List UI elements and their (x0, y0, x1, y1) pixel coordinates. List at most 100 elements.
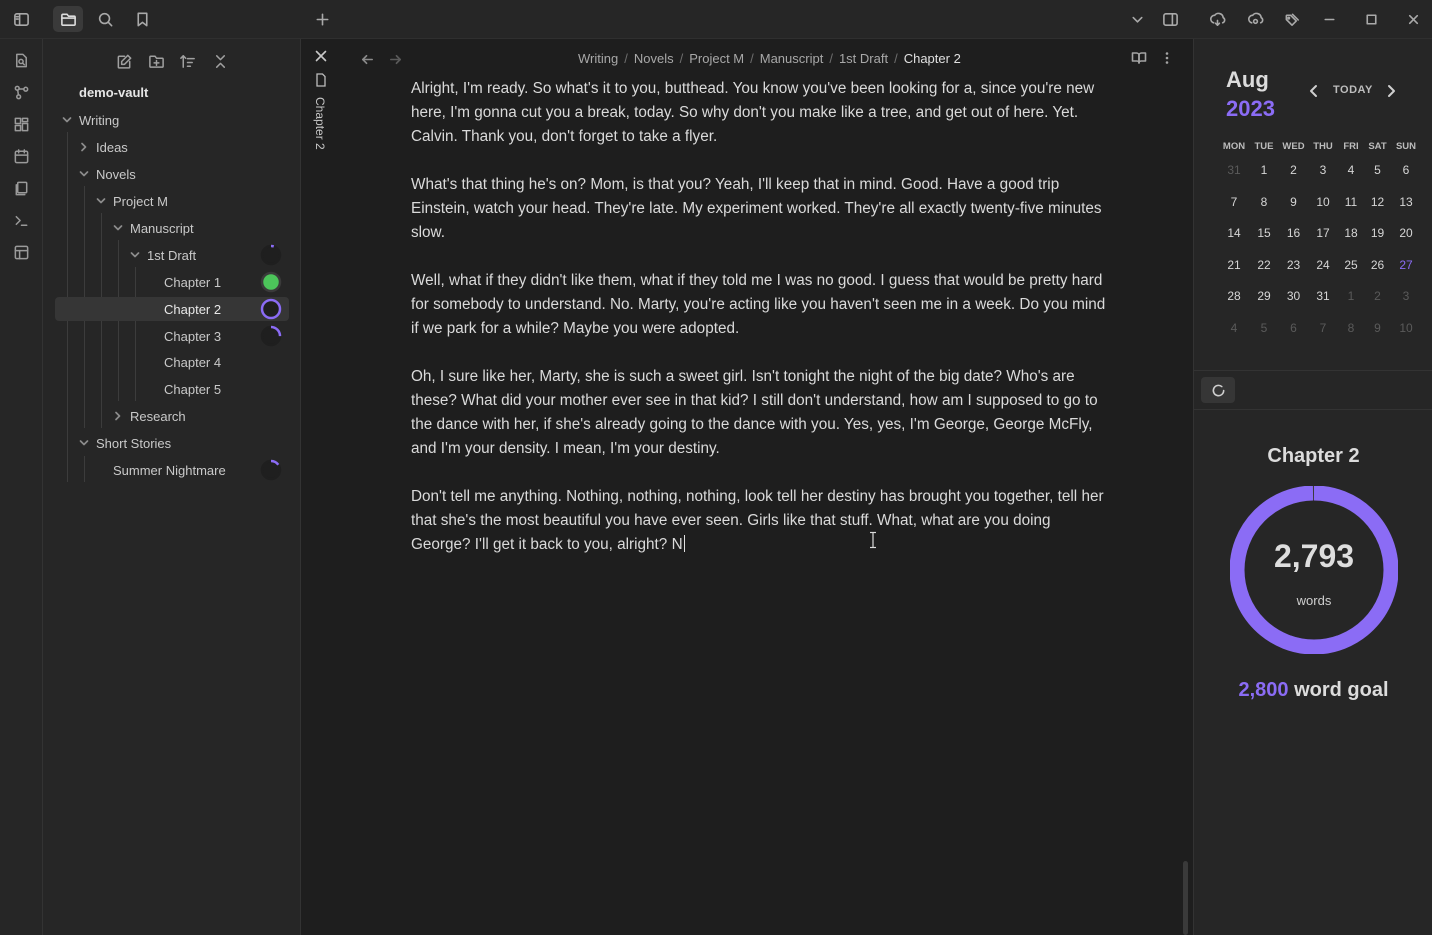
calendar-day[interactable]: 10 (1308, 187, 1338, 219)
calendar-day[interactable]: 1 (1338, 281, 1364, 313)
calendar-day[interactable]: 3 (1391, 281, 1421, 313)
collapse-all-icon[interactable] (207, 49, 233, 73)
calendar-day[interactable]: 23 (1279, 250, 1308, 282)
sort-icon[interactable] (174, 49, 200, 73)
calendar-day[interactable]: 5 (1364, 155, 1391, 187)
calendar-day[interactable]: 7 (1308, 313, 1338, 345)
chevron-right-icon[interactable] (112, 410, 124, 422)
paragraph[interactable]: What's that thing he's on? Mom, is that … (411, 173, 1111, 245)
calendar-day[interactable]: 22 (1249, 250, 1279, 282)
folder-project-m[interactable]: Project M (90, 189, 287, 213)
calendar-day[interactable]: 14 (1219, 218, 1249, 250)
folder-ideas[interactable]: Ideas (73, 135, 287, 159)
calendar-day[interactable]: 31 (1308, 281, 1338, 313)
calendar-day[interactable]: 13 (1391, 187, 1421, 219)
calendar-day[interactable]: 17 (1308, 218, 1338, 250)
folder-short-stories[interactable]: Short Stories (73, 431, 287, 455)
chevron-down-icon[interactable] (129, 249, 141, 261)
chevron-down-icon[interactable] (1122, 6, 1152, 32)
file-chapter-2[interactable]: Chapter 2 (55, 297, 289, 321)
calendar-day[interactable]: 2 (1279, 155, 1308, 187)
calendar-day[interactable]: 11 (1338, 187, 1364, 219)
calendar-day[interactable]: 21 (1219, 250, 1249, 282)
chevron-down-icon[interactable] (78, 437, 90, 449)
breadcrumb-item[interactable]: 1st Draft (839, 51, 888, 66)
calendar-day[interactable]: 8 (1338, 313, 1364, 345)
calendar-day[interactable]: 31 (1219, 155, 1249, 187)
calendar-day[interactable]: 4 (1338, 155, 1364, 187)
graph-view-icon[interactable] (7, 79, 35, 105)
calendar-day[interactable]: 8 (1249, 187, 1279, 219)
calendar-day[interactable]: 12 (1364, 187, 1391, 219)
calendar-day[interactable]: 24 (1308, 250, 1338, 282)
calendar-day[interactable]: 9 (1279, 187, 1308, 219)
today-button[interactable]: TODAY (1333, 84, 1373, 96)
calendar-day[interactable]: 30 (1279, 281, 1308, 313)
templates-icon[interactable] (7, 175, 35, 201)
calendar-day[interactable]: 25 (1338, 250, 1364, 282)
scrollbar[interactable] (1183, 861, 1188, 935)
folder-writing[interactable]: Writing (56, 108, 287, 132)
stacked-tab[interactable]: Chapter 2 (301, 39, 341, 935)
close-tab-icon[interactable] (314, 49, 328, 63)
calendar-day[interactable]: 3 (1308, 155, 1338, 187)
new-tab-icon[interactable] (307, 6, 337, 32)
maximize-icon[interactable] (1356, 6, 1386, 32)
calendar-day[interactable]: 5 (1249, 313, 1279, 345)
calendar-day[interactable]: 19 (1364, 218, 1391, 250)
chevron-right-icon[interactable] (78, 141, 90, 153)
calendar-day[interactable]: 2 (1364, 281, 1391, 313)
calendar-day[interactable]: 6 (1391, 155, 1421, 187)
paragraph-current[interactable]: Don't tell me anything. Nothing, nothing… (411, 485, 1111, 557)
folder-icon[interactable] (53, 6, 83, 32)
paragraph[interactable]: Well, what if they didn't like them, wha… (411, 269, 1111, 341)
breadcrumb-item[interactable]: Project M (689, 51, 744, 66)
paragraph[interactable]: Oh, I sure like her, Marty, she is such … (411, 365, 1111, 461)
daily-note-icon[interactable] (7, 143, 35, 169)
new-folder-icon[interactable] (143, 49, 169, 73)
back-arrow-icon[interactable] (356, 49, 378, 69)
calendar-day[interactable]: 18 (1338, 218, 1364, 250)
chevron-down-icon[interactable] (78, 168, 90, 180)
minimize-icon[interactable] (1314, 6, 1344, 32)
breadcrumb-item[interactable]: Novels (634, 51, 674, 66)
close-icon[interactable] (1398, 6, 1428, 32)
calendar-day[interactable]: 16 (1279, 218, 1308, 250)
calendar-day[interactable]: 9 (1364, 313, 1391, 345)
calendar-day[interactable]: 29 (1249, 281, 1279, 313)
sync-icon[interactable] (1202, 6, 1232, 32)
vault-name[interactable]: demo-vault (79, 85, 148, 100)
split-panel-icon[interactable] (1155, 6, 1185, 32)
command-palette-icon[interactable] (7, 207, 35, 233)
calendar-day[interactable]: 7 (1219, 187, 1249, 219)
calendar-day[interactable]: 15 (1249, 218, 1279, 250)
breadcrumb-item[interactable]: Writing (578, 51, 618, 66)
calendar-day[interactable]: 4 (1219, 313, 1249, 345)
search-icon[interactable] (90, 6, 120, 32)
calendar-day[interactable]: 1 (1249, 155, 1279, 187)
new-note-icon[interactable] (111, 49, 137, 73)
open-quick-switcher-icon[interactable] (7, 47, 35, 73)
calendar-day[interactable]: 6 (1279, 313, 1308, 345)
calendar-day[interactable]: 20 (1391, 218, 1421, 250)
workspace-icon[interactable] (7, 239, 35, 265)
bookmark-icon[interactable] (127, 6, 157, 32)
tags-icon[interactable] (1277, 6, 1307, 32)
previous-month-icon[interactable] (1306, 83, 1322, 99)
refresh-icon[interactable] (1201, 377, 1235, 403)
calendar-day[interactable]: 27 (1391, 250, 1421, 282)
note-title[interactable]: Chapter 2 (904, 51, 961, 66)
publish-icon[interactable] (1240, 6, 1270, 32)
folder-manuscript[interactable]: Manuscript (107, 216, 287, 240)
forward-arrow-icon[interactable] (384, 49, 406, 69)
chevron-down-icon[interactable] (95, 195, 107, 207)
folder-research[interactable]: Research (107, 404, 287, 428)
canvas-icon[interactable] (7, 111, 35, 137)
calendar-day[interactable]: 28 (1219, 281, 1249, 313)
next-month-icon[interactable] (1383, 83, 1399, 99)
more-options-icon[interactable] (1156, 48, 1178, 68)
file-chapter-4[interactable]: Chapter 4 (141, 350, 287, 374)
file-chapter-5[interactable]: Chapter 5 (141, 377, 287, 401)
calendar-day[interactable]: 26 (1364, 250, 1391, 282)
chevron-down-icon[interactable] (112, 222, 124, 234)
